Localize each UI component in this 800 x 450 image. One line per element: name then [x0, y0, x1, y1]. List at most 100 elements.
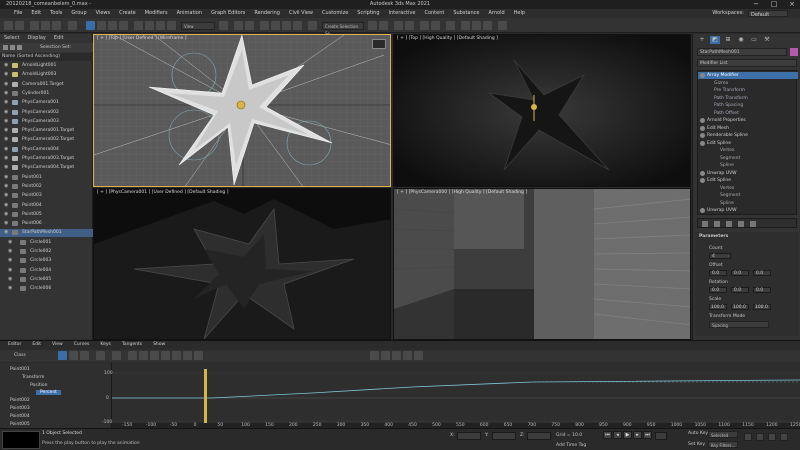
- object-name-field[interactable]: StarPathMesh001: [697, 48, 787, 56]
- pan-icon[interactable]: [370, 351, 379, 360]
- scene-item[interactable]: ◉ PhysCamera003.Target: [0, 155, 93, 163]
- modifier-stack-item[interactable]: Vertex: [698, 185, 798, 192]
- reduce-keys-icon[interactable]: [112, 351, 121, 360]
- modifier-toggle-icon[interactable]: [700, 208, 705, 213]
- trackview-menu-edit[interactable]: Edit: [32, 341, 41, 349]
- visibility-eye-icon[interactable]: ◉: [4, 183, 10, 189]
- redo-icon[interactable]: [15, 21, 24, 30]
- visibility-eye-icon[interactable]: ◉: [4, 81, 10, 87]
- controller-tree-item[interactable]: Point003: [10, 406, 30, 411]
- modifier-stack-item[interactable]: Path Transform: [698, 95, 798, 102]
- modifier-stack-item[interactable]: Spline: [698, 162, 798, 169]
- tab-display[interactable]: Display: [27, 34, 45, 42]
- make-unique-icon[interactable]: [726, 221, 732, 227]
- unlink-icon[interactable]: [41, 21, 50, 30]
- visibility-eye-icon[interactable]: ◉: [4, 174, 10, 180]
- scene-item[interactable]: ◉ PhysCamera003: [0, 118, 93, 126]
- x-coordinate-field[interactable]: [457, 432, 481, 440]
- filter-icon[interactable]: [3, 45, 8, 50]
- angle-snap-icon[interactable]: [271, 21, 280, 30]
- trackview-menu-view[interactable]: View: [52, 341, 63, 349]
- tab-edit[interactable]: Edit: [54, 34, 64, 42]
- scene-item[interactable]: ◉ Point006: [0, 220, 93, 228]
- remove-modifier-icon[interactable]: [738, 221, 744, 227]
- draw-curves-icon[interactable]: [96, 351, 105, 360]
- object-color-swatch[interactable]: [790, 48, 798, 56]
- modifier-toggle-icon[interactable]: [700, 73, 705, 78]
- placement-icon[interactable]: [167, 21, 176, 30]
- menu-group[interactable]: Group: [71, 9, 86, 18]
- frame-horizontal-icon[interactable]: [392, 351, 401, 360]
- scene-item[interactable]: ◉ Point003: [0, 192, 93, 200]
- viewport-label-bottom-left[interactable]: [ + ] [PhysCamera001 ] [User Defined ] […: [97, 190, 228, 195]
- scale-icon[interactable]: [156, 21, 165, 30]
- rect-selection-icon[interactable]: [108, 21, 117, 30]
- move-keys-icon[interactable]: [58, 351, 67, 360]
- go-to-end-icon[interactable]: ⏭: [643, 431, 652, 439]
- utilities-tab-icon[interactable]: ⚒: [762, 36, 772, 44]
- zoom-region-icon[interactable]: [414, 351, 423, 360]
- zoom-icon[interactable]: [381, 351, 390, 360]
- filter-class-label[interactable]: Class: [14, 353, 26, 358]
- go-to-start-icon[interactable]: ⏮: [603, 431, 612, 439]
- configure-modifier-sets-icon[interactable]: [750, 221, 756, 227]
- trackview-menu-show[interactable]: Show: [153, 341, 165, 349]
- controller-tree-item[interactable]: Point001: [10, 367, 30, 372]
- previous-frame-icon[interactable]: ◂: [613, 431, 622, 439]
- viewcube-icon[interactable]: [372, 39, 386, 49]
- auto-key-button[interactable]: Auto Key: [688, 431, 708, 436]
- bind-space-warp-icon[interactable]: [52, 21, 61, 30]
- frame-values-icon[interactable]: [403, 351, 412, 360]
- y-coordinate-field[interactable]: [492, 432, 516, 440]
- modifier-toggle-icon[interactable]: [700, 170, 705, 176]
- close-button[interactable]: ×: [784, 0, 800, 9]
- modifier-stack-item[interactable]: Edit Spline: [698, 177, 798, 184]
- scene-item[interactable]: ◉ Circle004: [0, 267, 93, 275]
- layer-explorer-icon[interactable]: [394, 21, 403, 30]
- material-editor-icon[interactable]: [446, 21, 455, 30]
- menu-animation[interactable]: Animation: [177, 9, 203, 18]
- fast-tangent-icon[interactable]: [150, 351, 159, 360]
- modifier-list-dropdown[interactable]: Modifier List: [697, 59, 797, 67]
- menu-file[interactable]: File: [14, 9, 22, 18]
- layers-icon[interactable]: [17, 45, 22, 50]
- rotation-z-spinner[interactable]: 0.0: [753, 287, 771, 293]
- render-setup-icon[interactable]: [461, 21, 470, 30]
- modifier-toggle-icon[interactable]: [700, 140, 705, 146]
- smooth-tangent-icon[interactable]: [194, 351, 203, 360]
- visibility-eye-icon[interactable]: ◉: [4, 221, 10, 226]
- modify-tab-icon[interactable]: ◩: [710, 36, 720, 44]
- rotate-icon[interactable]: [145, 21, 154, 30]
- viewport-label-top-left[interactable]: [ + ] [Top ] [User Defined ] [Wireframe …: [97, 36, 187, 41]
- maxscript-listener[interactable]: [2, 431, 40, 449]
- count-spinner[interactable]: 4: [709, 253, 731, 259]
- menu-modifiers[interactable]: Modifiers: [145, 9, 168, 18]
- visibility-eye-icon[interactable]: ◉: [4, 118, 10, 124]
- scene-item[interactable]: ◉ Camera001.Target: [0, 81, 93, 89]
- menu-edit[interactable]: Edit: [31, 9, 41, 18]
- scene-item[interactable]: ◉ PhysCamera004.Target: [0, 164, 93, 172]
- z-coordinate-field[interactable]: [527, 432, 551, 440]
- visibility-eye-icon[interactable]: ◉: [8, 276, 14, 282]
- visibility-eye-icon[interactable]: ◉: [4, 72, 10, 77]
- menu-interactive[interactable]: Interactive: [389, 9, 416, 18]
- scene-item[interactable]: ◉ PhysCamera001.Target: [0, 127, 93, 135]
- link-icon[interactable]: [30, 21, 39, 30]
- menu-arnold[interactable]: Arnold: [488, 9, 504, 18]
- pin-stack-icon[interactable]: [702, 221, 708, 227]
- modifier-stack-item[interactable]: Path Spacing: [698, 102, 798, 109]
- linear-tangent-icon[interactable]: [183, 351, 192, 360]
- controller-tree-item[interactable]: Percent: [36, 390, 61, 396]
- modifier-stack-item[interactable]: Segment: [698, 192, 798, 199]
- menu-create[interactable]: Create: [119, 9, 136, 18]
- viewport-label-top-right[interactable]: [ + ] [Top ] [High Quality ] [Default Sh…: [397, 36, 498, 41]
- controller-tree-item[interactable]: Point002: [10, 398, 30, 403]
- viewport-top-wireframe[interactable]: [ + ] [Top ] [User Defined ] [Wireframe …: [93, 34, 391, 187]
- modifier-stack-item[interactable]: Gizmo: [698, 80, 798, 87]
- menu-civil-view[interactable]: Civil View: [289, 9, 313, 18]
- rendered-frame-window-icon[interactable]: [472, 21, 481, 30]
- auto-tangent-icon[interactable]: [128, 351, 137, 360]
- modifier-stack-item[interactable]: Unwrap UVW: [698, 170, 798, 177]
- scene-item[interactable]: ◉ PhysCamera002.Target: [0, 136, 93, 144]
- rotation-x-spinner[interactable]: 0.0: [709, 287, 727, 293]
